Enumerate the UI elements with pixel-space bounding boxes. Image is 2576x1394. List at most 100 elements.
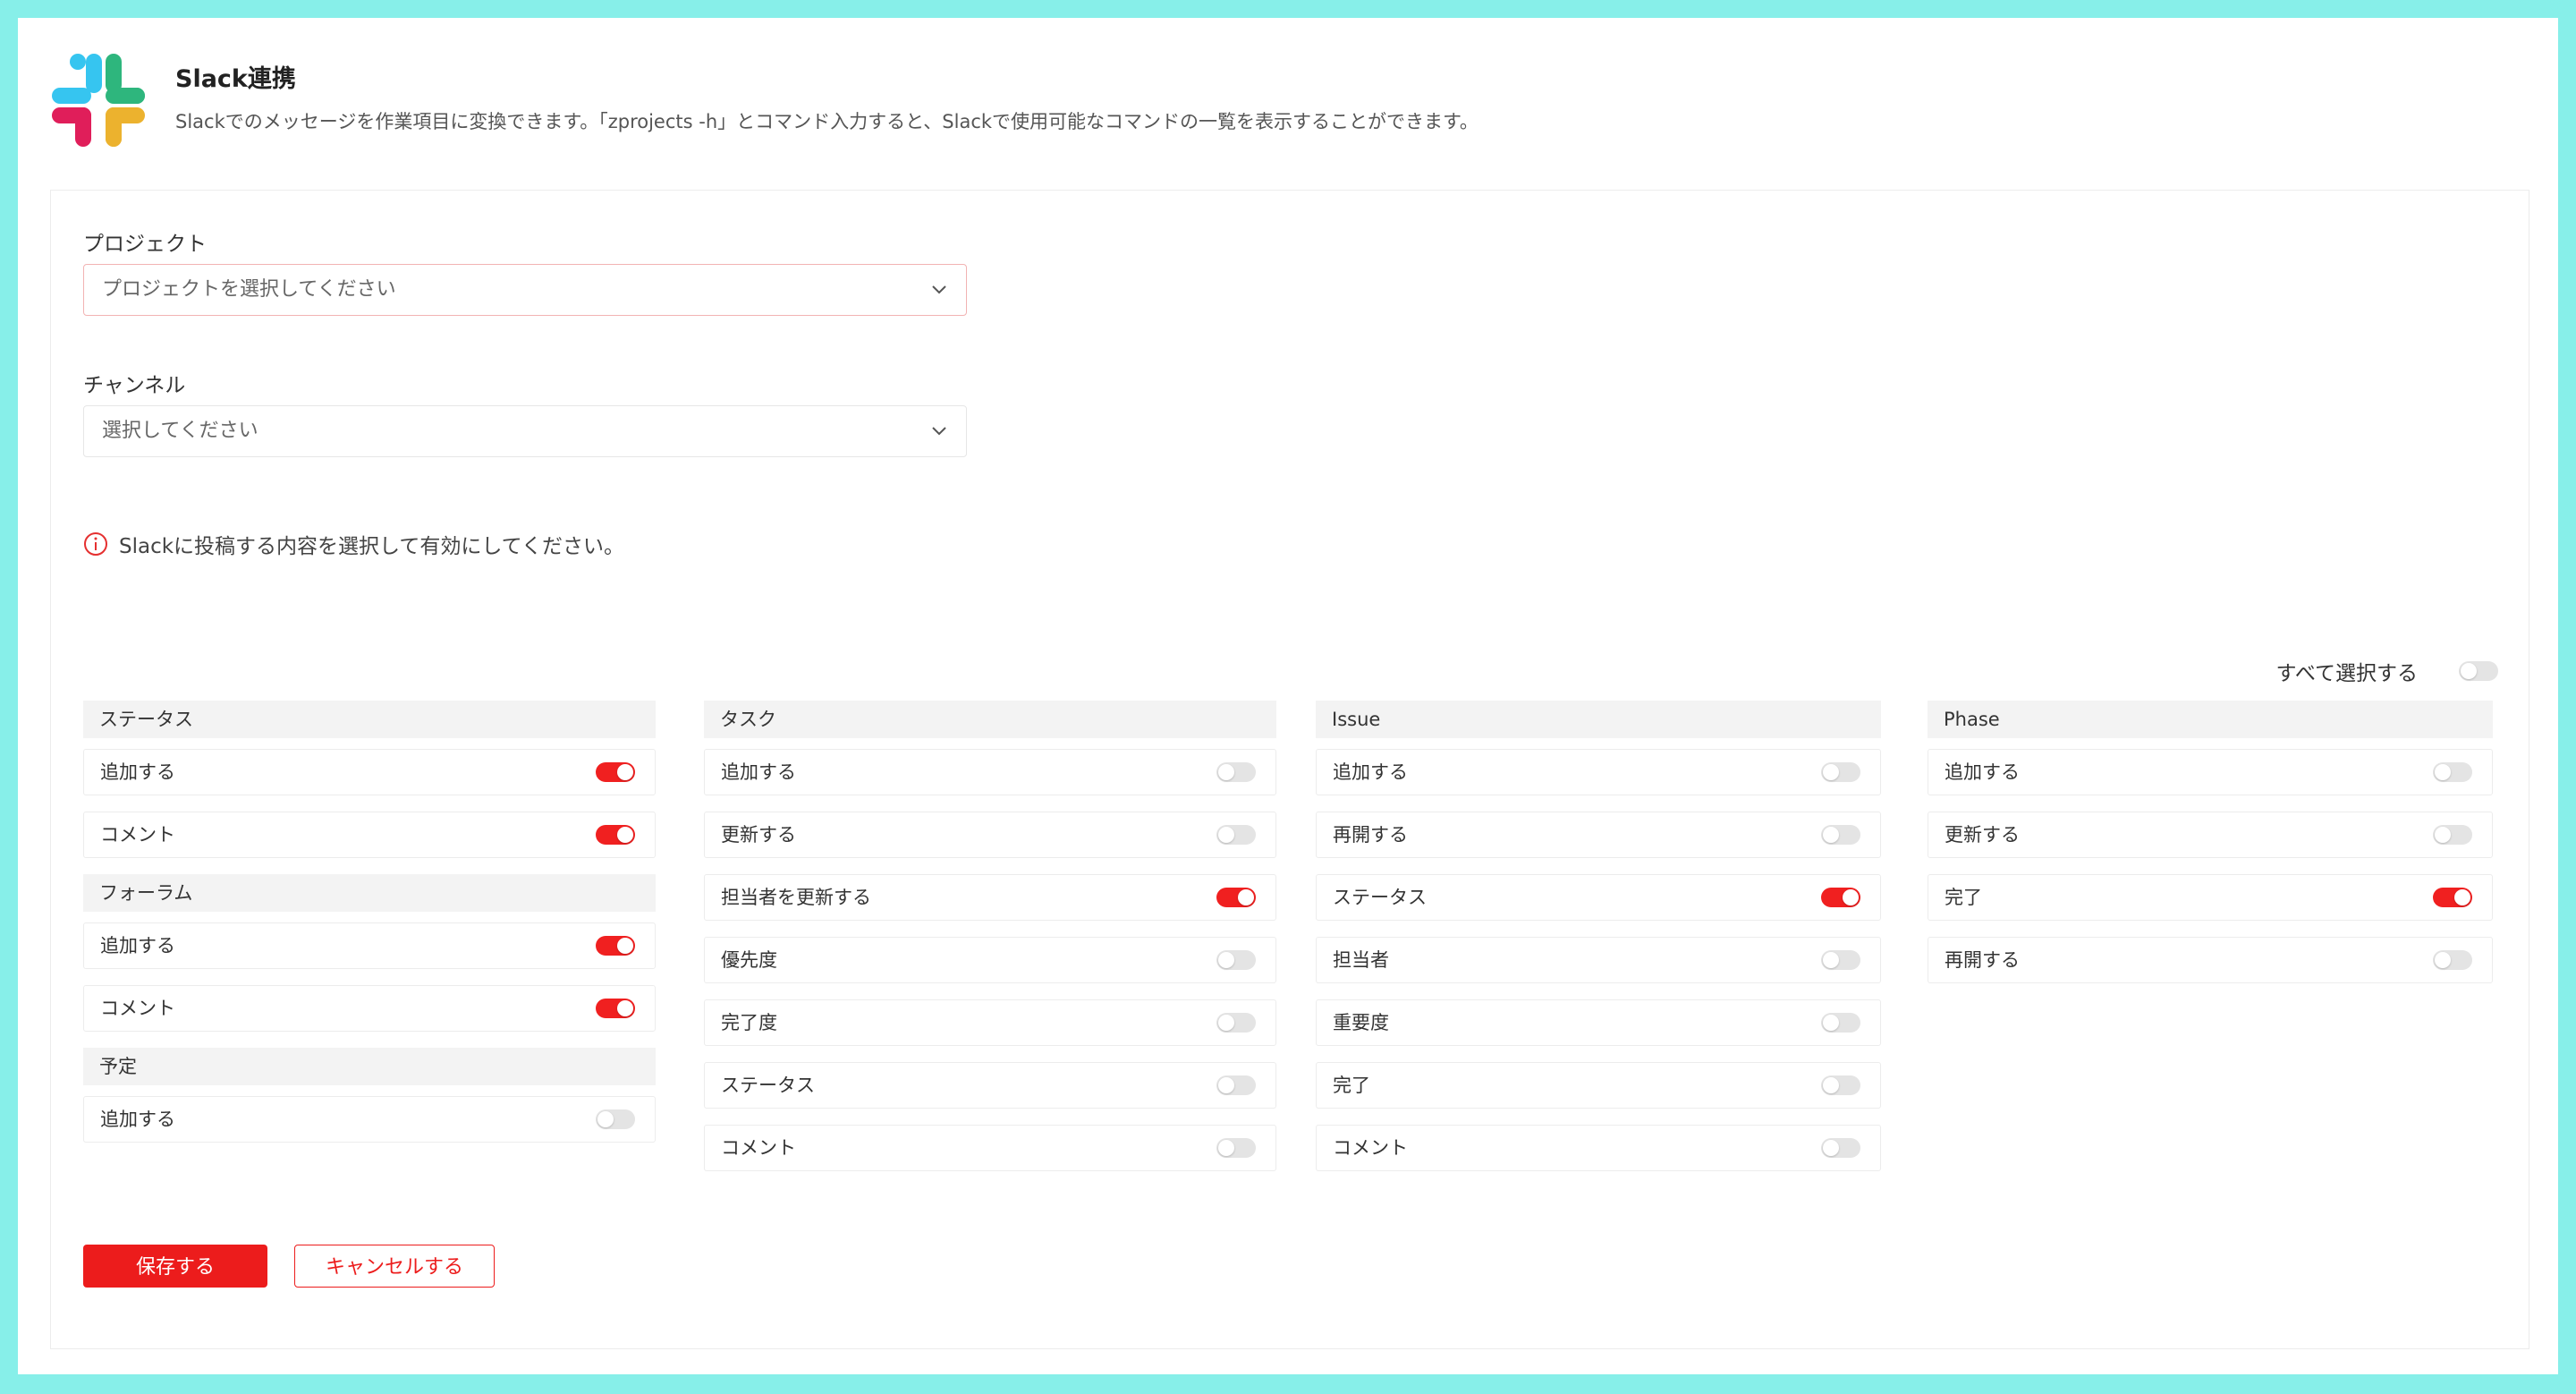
section-header: 予定 bbox=[83, 1048, 656, 1085]
toggle-switch[interactable] bbox=[1821, 1013, 1860, 1033]
toggle-row: 優先度 bbox=[704, 937, 1276, 983]
project-label: プロジェクト bbox=[83, 233, 207, 256]
column-1: ステータス 追加する コメント フォーラム 追加する コメント 予定 追加する bbox=[83, 701, 656, 1159]
toggle-row: 再開する bbox=[1928, 937, 2493, 983]
toggle-row: 追加する bbox=[83, 1096, 656, 1143]
toggle-row-label: 再開する bbox=[1945, 949, 2020, 971]
toggle-row: 担当者 bbox=[1316, 937, 1881, 983]
toggle-row: 更新する bbox=[1928, 812, 2493, 858]
toggle-row-label: コメント bbox=[721, 1137, 796, 1159]
toggle-row-label: 完了 bbox=[1945, 887, 1982, 908]
select-all-toggle[interactable] bbox=[2459, 661, 2498, 681]
section-header: Issue bbox=[1316, 701, 1881, 738]
toggle-row-label: ステータス bbox=[1333, 887, 1427, 908]
toggle-row: 追加する bbox=[1316, 749, 1881, 795]
toggle-switch[interactable] bbox=[1821, 1075, 1860, 1095]
toggle-switch[interactable] bbox=[596, 762, 635, 782]
column-4: Phase 追加する更新する完了再開する bbox=[1928, 701, 2493, 999]
info-circle-icon bbox=[84, 532, 107, 556]
channel-select[interactable]: 選択してください bbox=[83, 405, 967, 457]
toggle-switch[interactable] bbox=[1216, 1138, 1256, 1158]
cancel-button[interactable]: キャンセルする bbox=[294, 1245, 495, 1288]
toggle-row: 重要度 bbox=[1316, 999, 1881, 1046]
toggle-row-label: 完了度 bbox=[721, 1012, 777, 1033]
section-header: ステータス bbox=[83, 701, 656, 738]
settings-panel: プロジェクト プロジェクトを選択してください チャンネル 選択してください Sl… bbox=[50, 190, 2529, 1349]
chevron-down-icon bbox=[932, 427, 946, 436]
toggle-switch[interactable] bbox=[1821, 950, 1860, 970]
toggle-row: 完了度 bbox=[704, 999, 1276, 1046]
toggle-switch[interactable] bbox=[1216, 950, 1256, 970]
toggle-row: コメント bbox=[704, 1125, 1276, 1171]
toggle-switch[interactable] bbox=[2433, 762, 2472, 782]
toggle-row: コメント bbox=[83, 985, 656, 1032]
save-button[interactable]: 保存する bbox=[83, 1245, 267, 1288]
toggle-row-label: 優先度 bbox=[721, 949, 777, 971]
app-frame: Slack連携 Slackでのメッセージを作業項目に変換できます。「zproje… bbox=[18, 18, 2558, 1374]
toggle-row-label: 担当者を更新する bbox=[721, 887, 871, 908]
toggle-switch[interactable] bbox=[2433, 825, 2472, 845]
column-3: Issue 追加する再開するステータス担当者重要度完了コメント bbox=[1316, 701, 1881, 1187]
toggle-switch[interactable] bbox=[1216, 1013, 1256, 1033]
toggle-switch[interactable] bbox=[596, 999, 635, 1018]
toggle-switch[interactable] bbox=[1216, 762, 1256, 782]
toggle-switch[interactable] bbox=[596, 825, 635, 845]
toggle-row-label: コメント bbox=[100, 998, 175, 1019]
toggle-switch[interactable] bbox=[1821, 888, 1860, 907]
select-all-label: すべて選択する bbox=[2275, 662, 2418, 685]
toggle-row-label: 担当者 bbox=[1333, 949, 1389, 971]
section-header: タスク bbox=[704, 701, 1276, 738]
toggle-switch[interactable] bbox=[1821, 1138, 1860, 1158]
slack-logo-icon bbox=[52, 54, 145, 147]
channel-select-placeholder: 選択してください bbox=[102, 420, 258, 442]
toggle-row: ステータス bbox=[704, 1062, 1276, 1109]
toggle-row-label: 更新する bbox=[1945, 824, 2020, 846]
project-select-placeholder: プロジェクトを選択してください bbox=[102, 278, 396, 301]
toggle-row: 完了 bbox=[1316, 1062, 1881, 1109]
toggle-row: 追加する bbox=[704, 749, 1276, 795]
toggle-row: 追加する bbox=[83, 749, 656, 795]
section-header: Phase bbox=[1928, 701, 2493, 738]
toggle-switch[interactable] bbox=[2433, 950, 2472, 970]
header: Slack連携 Slackでのメッセージを作業項目に変換できます。「zproje… bbox=[50, 34, 2526, 159]
toggle-row: コメント bbox=[83, 812, 656, 858]
toggle-row: ステータス bbox=[1316, 874, 1881, 921]
toggle-switch[interactable] bbox=[1216, 888, 1256, 907]
toggle-row-label: 更新する bbox=[721, 824, 796, 846]
toggle-switch[interactable] bbox=[1821, 825, 1860, 845]
toggle-row-label: 追加する bbox=[1333, 761, 1408, 783]
toggle-row-label: 追加する bbox=[100, 761, 175, 783]
info-message: Slackに投稿する内容を選択して有効にしてください。 bbox=[83, 529, 624, 559]
toggle-row: 追加する bbox=[83, 922, 656, 969]
toggle-row-label: コメント bbox=[1333, 1137, 1408, 1159]
toggle-switch[interactable] bbox=[596, 1109, 635, 1129]
page-description: Slackでのメッセージを作業項目に変換できます。「zprojects -h」と… bbox=[175, 111, 1479, 132]
toggle-row: 再開する bbox=[1316, 812, 1881, 858]
toggle-row: 更新する bbox=[704, 812, 1276, 858]
toggle-row-label: 追加する bbox=[100, 1109, 175, 1130]
toggle-switch[interactable] bbox=[596, 936, 635, 956]
project-select[interactable]: プロジェクトを選択してください bbox=[83, 264, 967, 316]
toggle-row-label: 追加する bbox=[721, 761, 796, 783]
toggle-row-label: 追加する bbox=[1945, 761, 2020, 783]
toggle-row-label: 重要度 bbox=[1333, 1012, 1389, 1033]
section-header: フォーラム bbox=[83, 874, 656, 912]
toggle-row-label: 完了 bbox=[1333, 1075, 1370, 1096]
toggle-row: コメント bbox=[1316, 1125, 1881, 1171]
toggle-row-label: ステータス bbox=[721, 1075, 815, 1096]
select-all: すべて選択する bbox=[2276, 656, 2498, 686]
column-2: タスク追加する更新する担当者を更新する 優先度完了度ステータスコメント bbox=[704, 701, 1276, 1187]
toggle-switch[interactable] bbox=[1216, 1075, 1256, 1095]
toggle-row-label: 再開する bbox=[1333, 824, 1408, 846]
info-text: Slackに投稿する内容を選択して有効にしてください。 bbox=[119, 535, 624, 558]
toggle-row: 担当者を更新する bbox=[704, 874, 1276, 921]
toggle-row-label: 追加する bbox=[100, 935, 175, 956]
channel-label: チャンネル bbox=[83, 374, 186, 397]
toggle-switch[interactable] bbox=[1821, 762, 1860, 782]
toggle-row-label: コメント bbox=[100, 824, 175, 846]
toggle-row: 追加する bbox=[1928, 749, 2493, 795]
page-title: Slack連携 bbox=[175, 65, 296, 93]
toggle-switch[interactable] bbox=[2433, 888, 2472, 907]
toggle-switch[interactable] bbox=[1216, 825, 1256, 845]
toggle-row: 完了 bbox=[1928, 874, 2493, 921]
